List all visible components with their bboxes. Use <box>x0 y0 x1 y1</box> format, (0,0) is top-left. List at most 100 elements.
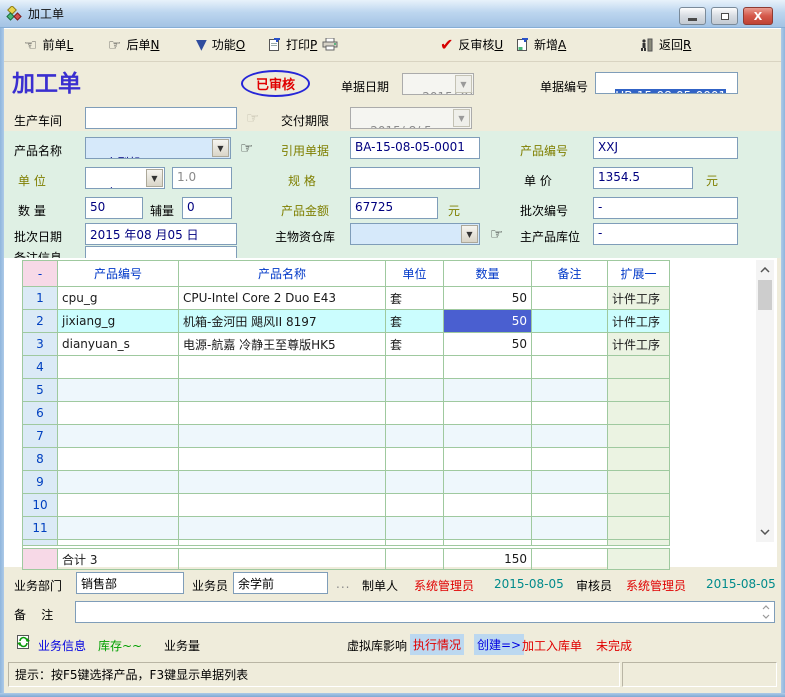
aux-qty-input[interactable]: 0 <box>182 197 232 219</box>
processing-order-window: 加工单 X ☜ 前单L ☞ 后单N ▼ 功能O <box>0 0 785 697</box>
exit-door-icon <box>640 38 654 52</box>
functions-button[interactable]: ▼ 功能O <box>196 36 245 53</box>
dept-label: 业务部门 <box>14 577 62 594</box>
next-order-button[interactable]: ☞ 后单N <box>108 36 159 53</box>
batch-date-input[interactable]: 2015 年08 月05 日 <box>85 223 237 245</box>
total-label: 合计 3 <box>58 549 179 570</box>
amount-input[interactable]: 67725 <box>350 197 438 219</box>
spec-input[interactable] <box>350 167 480 189</box>
doc-date-select[interactable]: 2015/ 8/ 5▼ <box>402 73 474 95</box>
price-label: 单 价 <box>524 172 552 189</box>
deadline-label: 交付期限 <box>281 112 329 129</box>
lookup-hand-icon[interactable]: ☞ <box>240 139 253 157</box>
scroll-up-icon[interactable] <box>756 262 774 278</box>
quantity-label: 数 量 <box>18 202 46 219</box>
doc-date-label: 单据日期 <box>341 78 389 95</box>
more-button[interactable]: ... <box>336 577 350 591</box>
table-row[interactable]: 10 <box>23 494 670 517</box>
chevron-down-icon: ▼ <box>461 225 478 243</box>
product-name-label: 产品名称 <box>14 142 62 159</box>
table-row[interactable]: 5 <box>23 379 670 402</box>
table-row[interactable]: 8 <box>23 448 670 471</box>
scrollbar-thumb[interactable] <box>758 280 772 310</box>
items-table: - 产品编号 产品名称 单位 数量 备注 扩展一 1 cpu_g CPU-Int… <box>4 258 777 567</box>
maker-date: 2015-08-05 <box>494 577 564 591</box>
batch-date-label: 批次日期 <box>14 228 62 245</box>
exec-status-link[interactable]: 执行情况 <box>410 634 464 655</box>
table-row-selected[interactable]: 2 jixiang_g 机箱-金河田 飓风II 8197 套 50 计件工序 <box>23 310 670 333</box>
batch-no-input[interactable]: - <box>593 197 738 219</box>
statusbar-panel-right <box>622 662 777 687</box>
aux-qty-label: 辅量 <box>150 202 174 219</box>
incomplete-status: 未完成 <box>596 637 632 654</box>
hand-left-icon: ☜ <box>24 38 37 52</box>
lookup-hand-icon[interactable]: ☞ <box>490 225 503 243</box>
col-header-ext: 扩展一 <box>608 261 670 287</box>
chevron-down-icon: ▼ <box>453 109 470 127</box>
table-row[interactable]: 7 <box>23 425 670 448</box>
table-row[interactable]: 4 <box>23 356 670 379</box>
table-row[interactable]: 11 <box>23 517 670 540</box>
spinner-icon[interactable] <box>759 603 773 621</box>
table-row[interactable]: 1 cpu_g CPU-Intel Core 2 Duo E43 套 50 计件… <box>23 287 670 310</box>
minimize-button[interactable] <box>679 7 706 25</box>
add-new-button[interactable]: 新增A <box>516 36 566 53</box>
workshop-label: 生产车间 <box>14 112 62 129</box>
window-border-bottom <box>0 693 785 697</box>
table-row[interactable]: 3 dianyuan_s 电源-航嘉 冷静王至尊版HK5 套 50 计件工序 <box>23 333 670 356</box>
restore-button[interactable] <box>711 7 738 25</box>
toolbar: ☜ 前单L ☞ 后单N ▼ 功能O 打印P <box>4 28 781 62</box>
printer-icon <box>322 38 338 51</box>
approved-stamp: 已审核 <box>241 70 310 97</box>
auditor-label: 审核员 <box>576 577 612 594</box>
product-name-select[interactable]: 小型机-XG-NG▼ <box>85 137 231 159</box>
workshop-input[interactable] <box>85 107 237 129</box>
window-border-right <box>781 28 785 693</box>
dept-input[interactable]: 销售部 <box>76 572 184 594</box>
table-row[interactable]: 6 <box>23 402 670 425</box>
doc-number-label: 单据编号 <box>540 78 588 95</box>
refresh-doc-icon[interactable] <box>16 634 31 650</box>
spec-label: 规 格 <box>288 172 316 189</box>
table-header-row: - 产品编号 产品名称 单位 数量 备注 扩展一 <box>23 261 670 287</box>
vertical-scrollbar[interactable] <box>756 260 774 542</box>
print-button[interactable]: 打印P <box>268 36 338 53</box>
remark-input[interactable] <box>75 601 775 623</box>
amount-label: 产品金额 <box>281 202 329 219</box>
price-unit-label: 元 <box>706 172 718 189</box>
total-quantity: 150 <box>444 549 532 570</box>
selected-cell[interactable]: 50 <box>444 310 532 333</box>
salesman-input[interactable]: 余学前 <box>233 572 328 594</box>
selected-text: HB-15-08-05-0001 <box>615 89 726 94</box>
down-arrow-icon: ▼ <box>196 38 207 52</box>
page-title: 加工单 <box>12 64 81 98</box>
location-input[interactable]: - <box>593 223 738 245</box>
close-button[interactable]: X <box>743 7 773 25</box>
product-code-label: 产品编号 <box>520 142 568 159</box>
business-info-link[interactable]: 业务信息 <box>38 637 86 654</box>
doc-number-input[interactable]: HB-15-08-05-0001 <box>595 72 738 94</box>
app-icon <box>6 6 22 22</box>
virtual-stock-label: 虚拟库影响 <box>347 637 407 654</box>
table-row[interactable]: 9 <box>23 471 670 494</box>
ref-doc-input[interactable]: BA-15-08-05-0001 <box>350 137 480 159</box>
prev-order-button[interactable]: ☜ 前单L <box>24 36 73 53</box>
price-input[interactable]: 1354.5 <box>593 167 693 189</box>
warehouse-select[interactable]: ▼ <box>350 223 480 245</box>
stock-link[interactable]: 库存~~ <box>98 637 142 654</box>
deadline-select[interactable]: 2015/ 8/ 5▼ <box>350 107 472 129</box>
business-volume-link[interactable]: 业务量 <box>164 637 200 654</box>
quantity-input[interactable]: 50 <box>85 197 143 219</box>
document-icon <box>268 38 281 52</box>
remark-label: 备 注 <box>14 606 53 623</box>
inbound-order-link[interactable]: 加工入库单 <box>522 637 582 654</box>
batch-no-label: 批次编号 <box>520 202 568 219</box>
unit-factor-input[interactable]: 1.0 <box>172 167 232 189</box>
unit-select[interactable]: 个▼ <box>85 167 165 189</box>
col-header-code: 产品编号 <box>58 261 179 287</box>
unapprove-button[interactable]: ✔ 反审核U <box>440 36 503 53</box>
scroll-down-icon[interactable] <box>756 524 774 540</box>
product-code-input[interactable]: XXJ <box>593 137 738 159</box>
create-link[interactable]: 创建=> <box>474 634 524 655</box>
return-button[interactable]: 返回R <box>640 36 691 53</box>
